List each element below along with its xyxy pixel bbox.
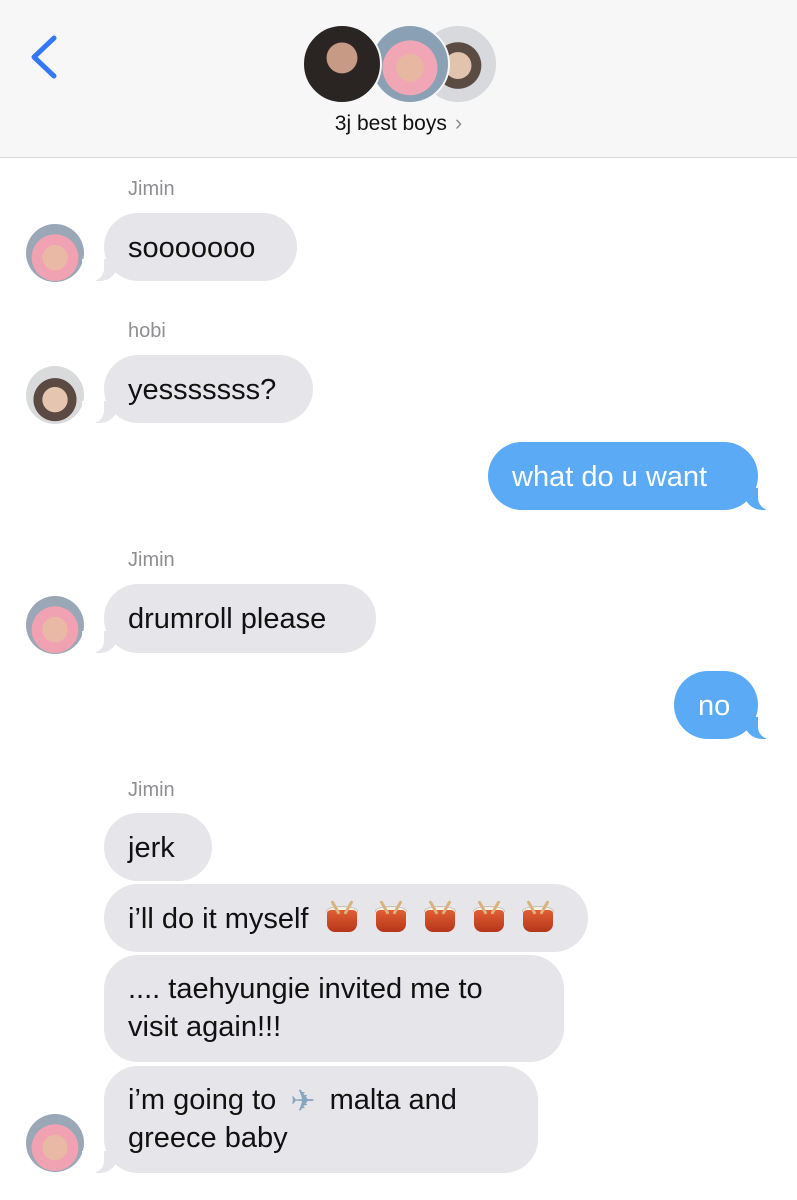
message-text: malta and	[329, 1084, 457, 1116]
group-title-label: 3j best boys	[334, 112, 447, 135]
message-text: no	[698, 690, 731, 722]
drum-icon	[521, 900, 554, 934]
drum-icon	[374, 900, 407, 934]
drum-icon	[472, 900, 505, 934]
message-text-line: visit again!!!	[128, 1011, 282, 1043]
message-text-line: i’m going to ✈ malta and	[128, 1081, 514, 1119]
chevron-right-icon: ›	[454, 110, 463, 135]
avatar	[26, 366, 84, 424]
drum-icon	[423, 900, 456, 934]
outgoing-message-bubble[interactable]: no	[674, 671, 780, 739]
incoming-message-bubble[interactable]: .... taehyungie invited me to visit agai…	[104, 955, 564, 1062]
drum-icon	[325, 900, 358, 934]
sender-name: Jimin	[128, 178, 175, 200]
incoming-message-bubble[interactable]: jerk	[104, 813, 212, 881]
message-text: jerk	[128, 832, 175, 864]
incoming-message-bubble[interactable]: sooooooo	[82, 213, 297, 281]
message-text: sooooooo	[128, 232, 256, 264]
message-text: drumroll please	[128, 603, 327, 635]
message-text: yesssssss?	[128, 374, 277, 406]
incoming-message-bubble[interactable]: yesssssss?	[82, 355, 313, 423]
message-text: what do u want	[512, 461, 708, 493]
group-avatars[interactable]	[302, 24, 502, 104]
message-text-line: greece baby	[128, 1122, 288, 1154]
incoming-message-bubble[interactable]: i’m going to ✈ malta and greece baby	[82, 1066, 538, 1173]
sender-name: Jimin	[128, 779, 175, 801]
incoming-message-bubble[interactable]: drumroll please	[82, 584, 376, 653]
outgoing-message-bubble[interactable]: what do u want	[488, 442, 780, 510]
conversation-header: 3j best boys ›	[0, 0, 797, 158]
back-button[interactable]	[26, 30, 66, 80]
sender-name: hobi	[128, 320, 166, 342]
sender-name: Jimin	[128, 549, 175, 571]
avatar	[26, 596, 84, 654]
message-text: i’ll do it myself	[128, 903, 309, 935]
message-text: i’m going to	[128, 1084, 277, 1116]
airplane-icon: ✈	[290, 1084, 316, 1119]
incoming-message-bubble[interactable]: i’ll do it myself	[104, 884, 588, 952]
chevron-left-icon	[31, 35, 57, 79]
avatar	[26, 1114, 84, 1172]
group-member-avatar	[370, 24, 450, 104]
message-text-line: .... taehyungie invited me to	[128, 973, 483, 1005]
avatar	[26, 224, 84, 282]
group-title[interactable]: 3j best boys ›	[0, 110, 797, 136]
group-member-avatar	[302, 24, 382, 104]
